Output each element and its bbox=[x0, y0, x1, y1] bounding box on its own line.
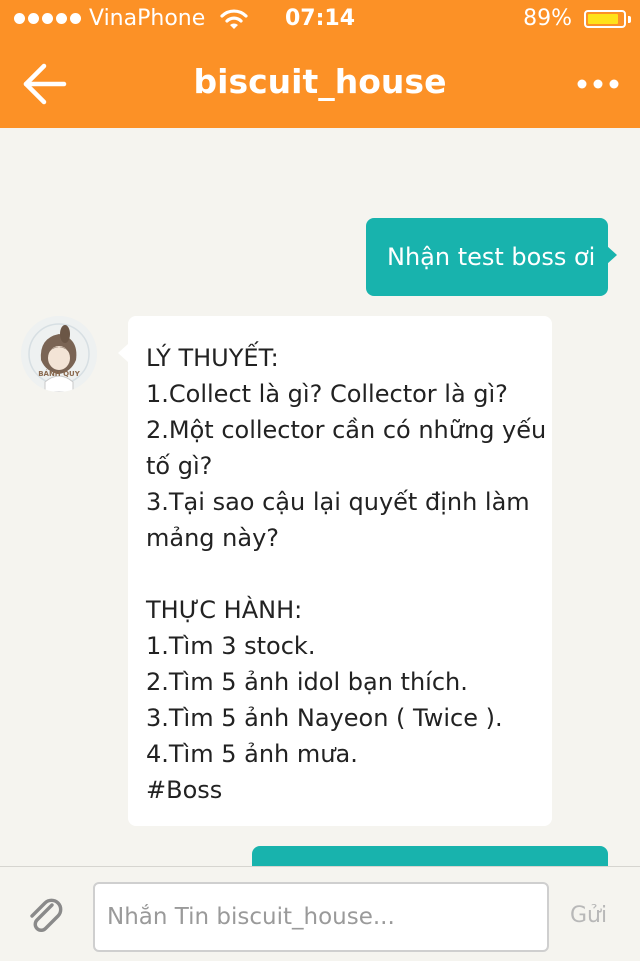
message-line: 2.Tìm 5 ảnh idol bạn thích. bbox=[146, 668, 468, 696]
message-line: THỰC HÀNH: bbox=[146, 596, 303, 624]
message-line: 1.Tìm 3 stock. bbox=[146, 632, 316, 660]
status-bar: VinaPhone 07:14 89% bbox=[0, 0, 640, 40]
outgoing-message[interactable]: Nhận test boss ơi bbox=[366, 218, 617, 296]
message-line: LÝ THUYẾT: bbox=[146, 344, 279, 372]
battery-fill bbox=[588, 14, 618, 24]
message-line: 3.Tìm 5 ảnh Nayeon ( Twice ). bbox=[146, 704, 503, 732]
app-header: VinaPhone 07:14 89% biscuit_house bbox=[0, 0, 640, 128]
more-horizontal-icon bbox=[577, 79, 619, 89]
message-line: 2.Một collector cần có những yếu bbox=[146, 416, 547, 444]
more-options-button[interactable] bbox=[576, 72, 620, 96]
message-line: 4.Tìm 5 ảnh mưa. bbox=[146, 740, 358, 768]
message-input[interactable] bbox=[93, 882, 549, 952]
attach-button[interactable] bbox=[24, 895, 68, 939]
message-line: 1.Collect là gì? Collector là gì? bbox=[146, 380, 508, 408]
avatar-logo-text: BÁNH QUY bbox=[38, 369, 81, 378]
message-line: #Boss bbox=[146, 776, 223, 804]
message-composer: Gửi bbox=[0, 866, 640, 961]
battery-icon bbox=[584, 10, 626, 28]
chat-title: biscuit_house bbox=[193, 62, 447, 101]
message-line: tố gì? bbox=[146, 452, 213, 480]
message-line: mảng này? bbox=[146, 524, 280, 552]
battery-tip bbox=[628, 16, 631, 23]
message-line: 3.Tại sao cậu lại quyết định làm bbox=[146, 488, 530, 516]
incoming-message[interactable]: LÝ THUYẾT: 1.Collect là gì? Collector là… bbox=[118, 316, 552, 826]
contact-avatar[interactable]: BÁNH QUY bbox=[21, 316, 97, 392]
paperclip-icon bbox=[30, 898, 63, 932]
send-button[interactable]: Gửi bbox=[570, 903, 607, 928]
battery-percent: 89% bbox=[523, 6, 572, 31]
avatar-illustration: BÁNH QUY bbox=[21, 316, 97, 392]
